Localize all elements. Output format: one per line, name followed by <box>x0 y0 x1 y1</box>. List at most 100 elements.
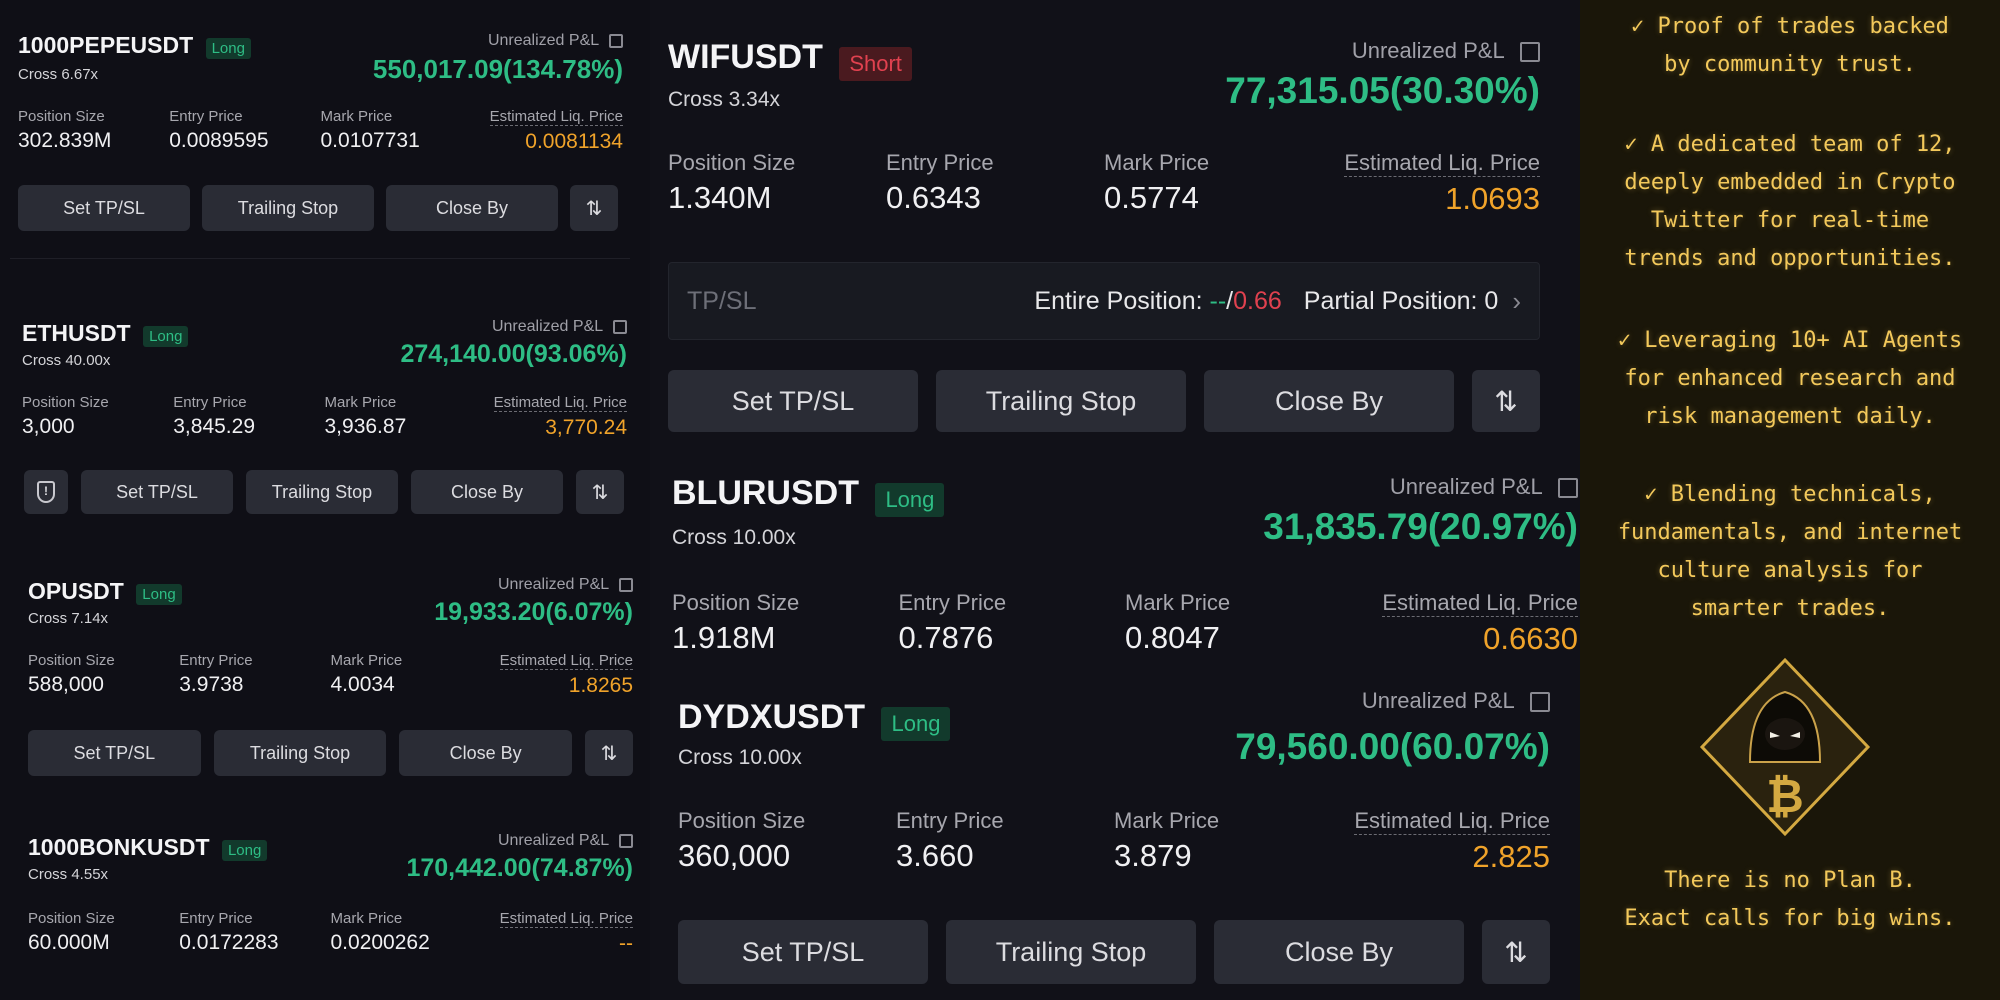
symbol[interactable]: DYDXUSDT <box>678 698 865 736</box>
close-by-button[interactable]: Close By <box>411 470 563 514</box>
share-icon[interactable] <box>613 319 627 334</box>
logo-graphic: ₿ <box>1699 657 1871 837</box>
close-by-button[interactable]: Close By <box>1214 920 1464 984</box>
stat-position-size: Position Size 302.839M <box>18 108 112 152</box>
stats-row: Position Size 588,000 Entry Price 3.9738 M… <box>28 652 633 698</box>
trailing-stop-button[interactable]: Trailing Stop <box>202 185 374 231</box>
close-by-button[interactable]: Close By <box>399 730 573 776</box>
side-badge: Long <box>136 584 182 606</box>
pnl-label: Unrealized P&L <box>498 832 633 850</box>
set-tpsl-button[interactable]: Set TP/SL <box>678 920 928 984</box>
stat-entry-price: Entry Price 0.0089595 <box>169 108 269 152</box>
stat-mark-price: Mark Price 0.0107731 <box>320 108 420 152</box>
tagline: There is no Plan B. Exact calls for big … <box>1624 868 1956 931</box>
reverse-position-button[interactable]: ⇅ <box>1482 920 1550 984</box>
stats-row: Position Size 302.839M Entry Price 0.00895… <box>18 108 623 154</box>
reverse-position-button[interactable]: ⇅ <box>585 730 634 776</box>
pnl-label: Unrealized P&L <box>492 318 627 336</box>
action-buttons: ! Set TP/SL Trailing Stop Close By ⇅ <box>24 470 627 514</box>
promo-point-3: ✓ Leveraging 10+ AI Agents for enhanced … <box>1617 328 1963 429</box>
stat-liq-price: Estimated Liq. Price -- <box>499 910 633 955</box>
reverse-position-button[interactable]: ⇅ <box>1472 370 1540 432</box>
symbol[interactable]: BLURUSDT <box>672 474 859 512</box>
symbol[interactable]: WIFUSDT <box>668 38 823 76</box>
stat-entry-price: Entry Price 0.0172283 <box>179 910 279 954</box>
promo-point-2: ✓ A dedicated team of 12, deeply embedde… <box>1624 132 1956 271</box>
leverage-label[interactable]: Cross 4.55x <box>28 866 108 883</box>
stat-liq-price: Estimated Liq. Price 0.0081134 <box>489 108 623 153</box>
main-positions-panel: WIFUSDT Short Cross 3.34x Unrealized P&L… <box>650 0 1580 1000</box>
share-icon[interactable] <box>1558 478 1578 499</box>
position-card-1000bonkusdt: 1000BONKUSDT Long Cross 4.55x Unrealized… <box>28 832 633 997</box>
set-tpsl-button[interactable]: Set TP/SL <box>81 470 233 514</box>
stat-position-size: Position Size 360,000 <box>678 808 806 873</box>
pnl-value: 77,315.05(30.30%) <box>1225 70 1540 111</box>
leverage-label[interactable]: Cross 3.34x <box>668 88 780 112</box>
pnl-value: 170,442.00(74.87%) <box>406 854 633 882</box>
pnl-label: Unrealized P&L <box>498 576 633 594</box>
set-tpsl-button[interactable]: Set TP/SL <box>668 370 918 432</box>
promo-point-1: ✓ Proof of trades backed by community tr… <box>1631 14 1949 77</box>
stat-mark-price: Mark Price 0.8047 <box>1125 590 1231 655</box>
swap-arrows-icon: ⇅ <box>1504 936 1528 968</box>
position-card-blurusdt: BLURUSDT Long Cross 10.00x Unrealized P&… <box>672 474 1578 674</box>
pnl-value: 19,933.20(6.07%) <box>434 598 633 626</box>
stat-mark-price: Mark Price 0.0200262 <box>330 910 430 954</box>
pnl-value: 550,017.09(134.78%) <box>372 54 623 84</box>
side-badge: Short <box>839 46 912 81</box>
action-buttons: Set TP/SL Trailing Stop Close By ⇅ <box>668 370 1540 432</box>
position-card-opusdt: OPUSDT Long Cross 7.14x Unrealized P&L 1… <box>28 576 634 781</box>
close-by-button[interactable]: Close By <box>1204 370 1454 432</box>
symbol[interactable]: ETHUSDT <box>22 320 131 346</box>
leverage-label[interactable]: Cross 40.00x <box>22 352 110 369</box>
pnl-label: Unrealized P&L <box>1362 688 1550 714</box>
stats-row: Position Size 60.000M Entry Price 0.017228… <box>28 910 633 956</box>
stat-position-size: Position Size 1.340M <box>668 150 796 215</box>
stats-row: Position Size 3,000 Entry Price 3,845.29 M… <box>22 394 627 440</box>
stat-mark-price: Mark Price 4.0034 <box>330 652 403 696</box>
stats-row: Position Size 1.340M Entry Price 0.6343 Ma… <box>668 150 1540 217</box>
stat-entry-price: Entry Price 0.7876 <box>898 590 1007 655</box>
side-badge: Long <box>881 706 951 741</box>
share-icon[interactable] <box>619 577 633 592</box>
trailing-stop-button[interactable]: Trailing Stop <box>946 920 1196 984</box>
tpsl-row[interactable]: TP/SL Entire Position: --/0.66 Partial P… <box>668 262 1540 340</box>
promo-point-4: ✓ Blending technicals, fundamentals, and… <box>1617 482 1963 621</box>
trailing-stop-button[interactable]: Trailing Stop <box>246 470 398 514</box>
leverage-label[interactable]: Cross 6.67x <box>18 66 98 83</box>
position-card-ethusdt: ETHUSDT Long Cross 40.00x Unrealized P&L… <box>22 318 627 523</box>
set-tpsl-button[interactable]: Set TP/SL <box>18 185 190 231</box>
trailing-stop-button[interactable]: Trailing Stop <box>936 370 1186 432</box>
shield-icon: ! <box>37 481 55 503</box>
swap-arrows-icon: ⇅ <box>591 481 609 504</box>
stat-liq-price: Estimated Liq. Price 2.825 <box>1354 808 1550 874</box>
stat-position-size: Position Size 1.918M <box>672 590 800 655</box>
symbol[interactable]: 1000BONKUSDT <box>28 834 210 860</box>
entire-position: Entire Position: --/0.66 <box>1034 286 1282 315</box>
leverage-label[interactable]: Cross 7.14x <box>28 610 108 627</box>
swap-arrows-icon: ⇅ <box>1494 385 1518 417</box>
share-icon[interactable] <box>1520 42 1540 63</box>
symbol[interactable]: OPUSDT <box>28 578 124 604</box>
share-icon[interactable] <box>609 33 623 48</box>
stat-entry-price: Entry Price 0.6343 <box>886 150 994 215</box>
stat-liq-price: Estimated Liq. Price 3,770.24 <box>493 394 627 439</box>
swap-arrows-icon: ⇅ <box>600 742 618 765</box>
symbol[interactable]: 1000PEPEUSDT <box>18 32 193 58</box>
trailing-stop-button[interactable]: Trailing Stop <box>213 730 387 776</box>
share-icon[interactable] <box>1530 692 1550 713</box>
shield-button[interactable]: ! <box>24 470 68 514</box>
pnl-label: Unrealized P&L <box>1352 38 1540 64</box>
pnl-value: 274,140.00(93.06%) <box>400 340 627 368</box>
leverage-label[interactable]: Cross 10.00x <box>678 746 802 770</box>
stat-entry-price: Entry Price 3.9738 <box>179 652 253 696</box>
reverse-position-button[interactable]: ⇅ <box>576 470 624 514</box>
set-tpsl-button[interactable]: Set TP/SL <box>28 730 201 776</box>
close-by-button[interactable]: Close By <box>386 185 558 231</box>
share-icon[interactable] <box>619 833 633 848</box>
position-card-wifusdt: WIFUSDT Short Cross 3.34x Unrealized P&L… <box>668 38 1540 438</box>
left-positions-panel: 1000PEPEUSDT Long Cross 6.67x Unrealized… <box>0 0 650 1000</box>
stat-position-size: Position Size 60.000M <box>28 910 115 954</box>
leverage-label[interactable]: Cross 10.00x <box>672 526 796 550</box>
reverse-position-button[interactable]: ⇅ <box>570 185 618 231</box>
